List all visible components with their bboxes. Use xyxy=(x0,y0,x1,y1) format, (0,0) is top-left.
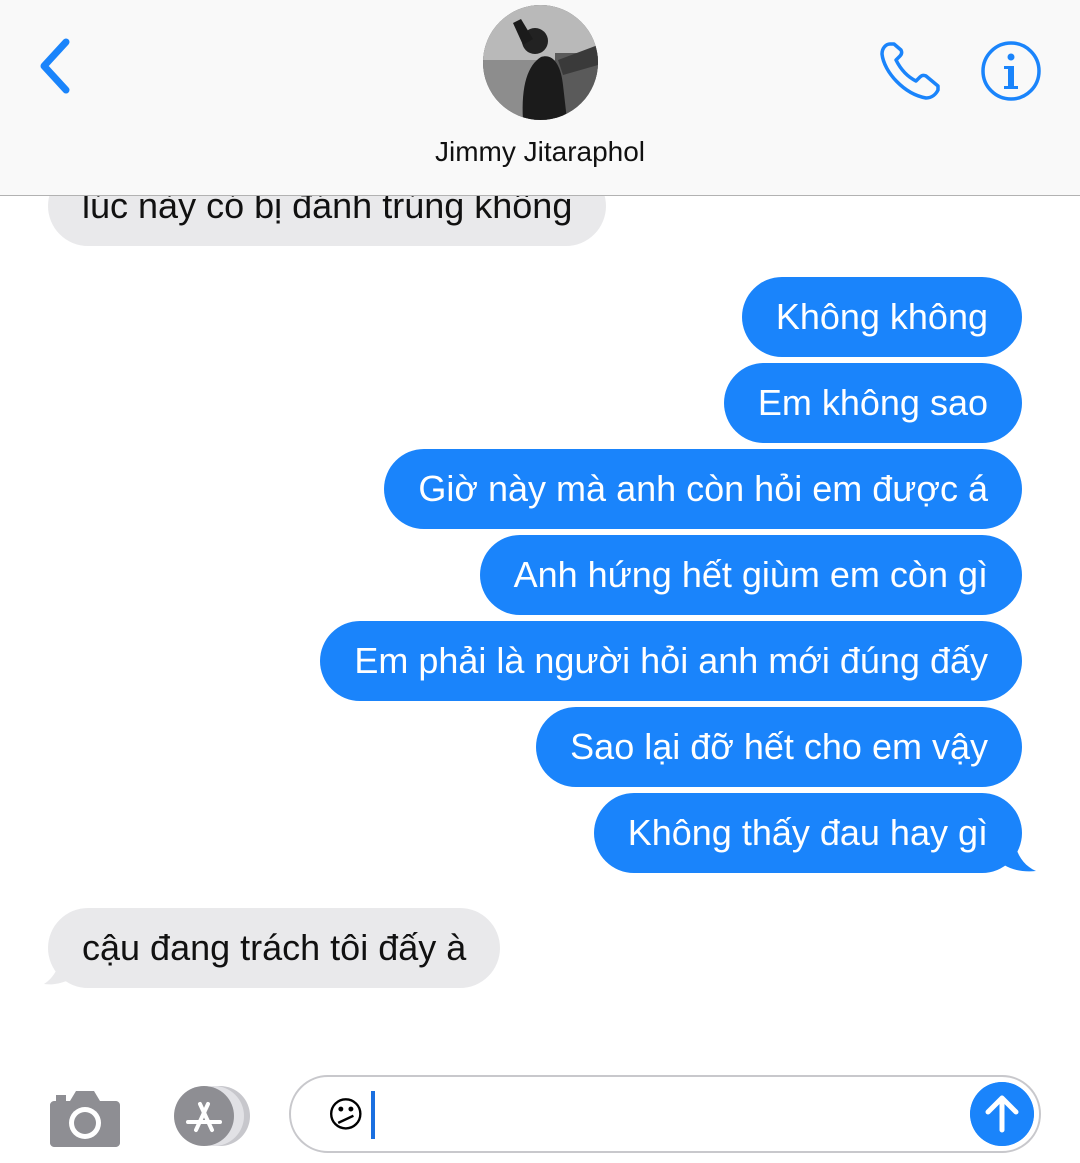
message-input[interactable]: 😕 xyxy=(289,1075,1041,1153)
message-bubble-outgoing[interactable]: Không thấy đau hay gì xyxy=(593,793,1022,873)
bubble-tail xyxy=(996,833,1036,872)
arrow-up-icon[interactable] xyxy=(970,1082,1034,1146)
bubble-tail xyxy=(44,946,80,985)
message-text: Em không sao xyxy=(757,382,988,423)
message-text: Sao lại đỡ hết cho em vậy xyxy=(570,726,988,767)
chevron-left-icon[interactable] xyxy=(32,36,82,96)
message-bubble-outgoing[interactable]: Em không sao xyxy=(723,363,1022,443)
text-cursor xyxy=(371,1091,375,1139)
contact-name[interactable]: Jimmy Jitaraphol xyxy=(0,136,1080,168)
input-value: 😕 xyxy=(327,1094,365,1135)
message-bubble-outgoing[interactable]: Giờ này mà anh còn hỏi em được á xyxy=(384,449,1022,529)
info-icon[interactable] xyxy=(980,40,1042,102)
app-store-icon[interactable] xyxy=(166,1084,252,1148)
message-bubble-outgoing[interactable]: Sao lại đỡ hết cho em vậy xyxy=(536,707,1022,787)
message-text: Không thấy đau hay gì xyxy=(627,812,988,853)
message-bubble-incoming[interactable]: cậu đang trách tôi đấy à xyxy=(48,908,501,988)
camera-icon[interactable] xyxy=(50,1085,120,1147)
message-text: cậu đang trách tôi đấy à xyxy=(82,927,467,968)
avatar[interactable] xyxy=(483,5,598,120)
conversation-header: Jimmy Jitaraphol xyxy=(0,0,1080,196)
message-bubble-outgoing[interactable]: Em phải là người hỏi anh mới đúng đấy xyxy=(320,621,1022,701)
message-bubble-outgoing[interactable]: Không không xyxy=(741,277,1022,357)
message-bubble-outgoing[interactable]: Anh hứng hết giùm em còn gì xyxy=(479,535,1022,615)
message-text: Giờ này mà anh còn hỏi em được á xyxy=(418,468,988,509)
message-text: Không không xyxy=(775,296,988,337)
phone-icon[interactable] xyxy=(878,40,942,102)
message-text: Em phải là người hỏi anh mới đúng đấy xyxy=(354,640,988,681)
message-text: Anh hứng hết giùm em còn gì xyxy=(513,554,988,595)
